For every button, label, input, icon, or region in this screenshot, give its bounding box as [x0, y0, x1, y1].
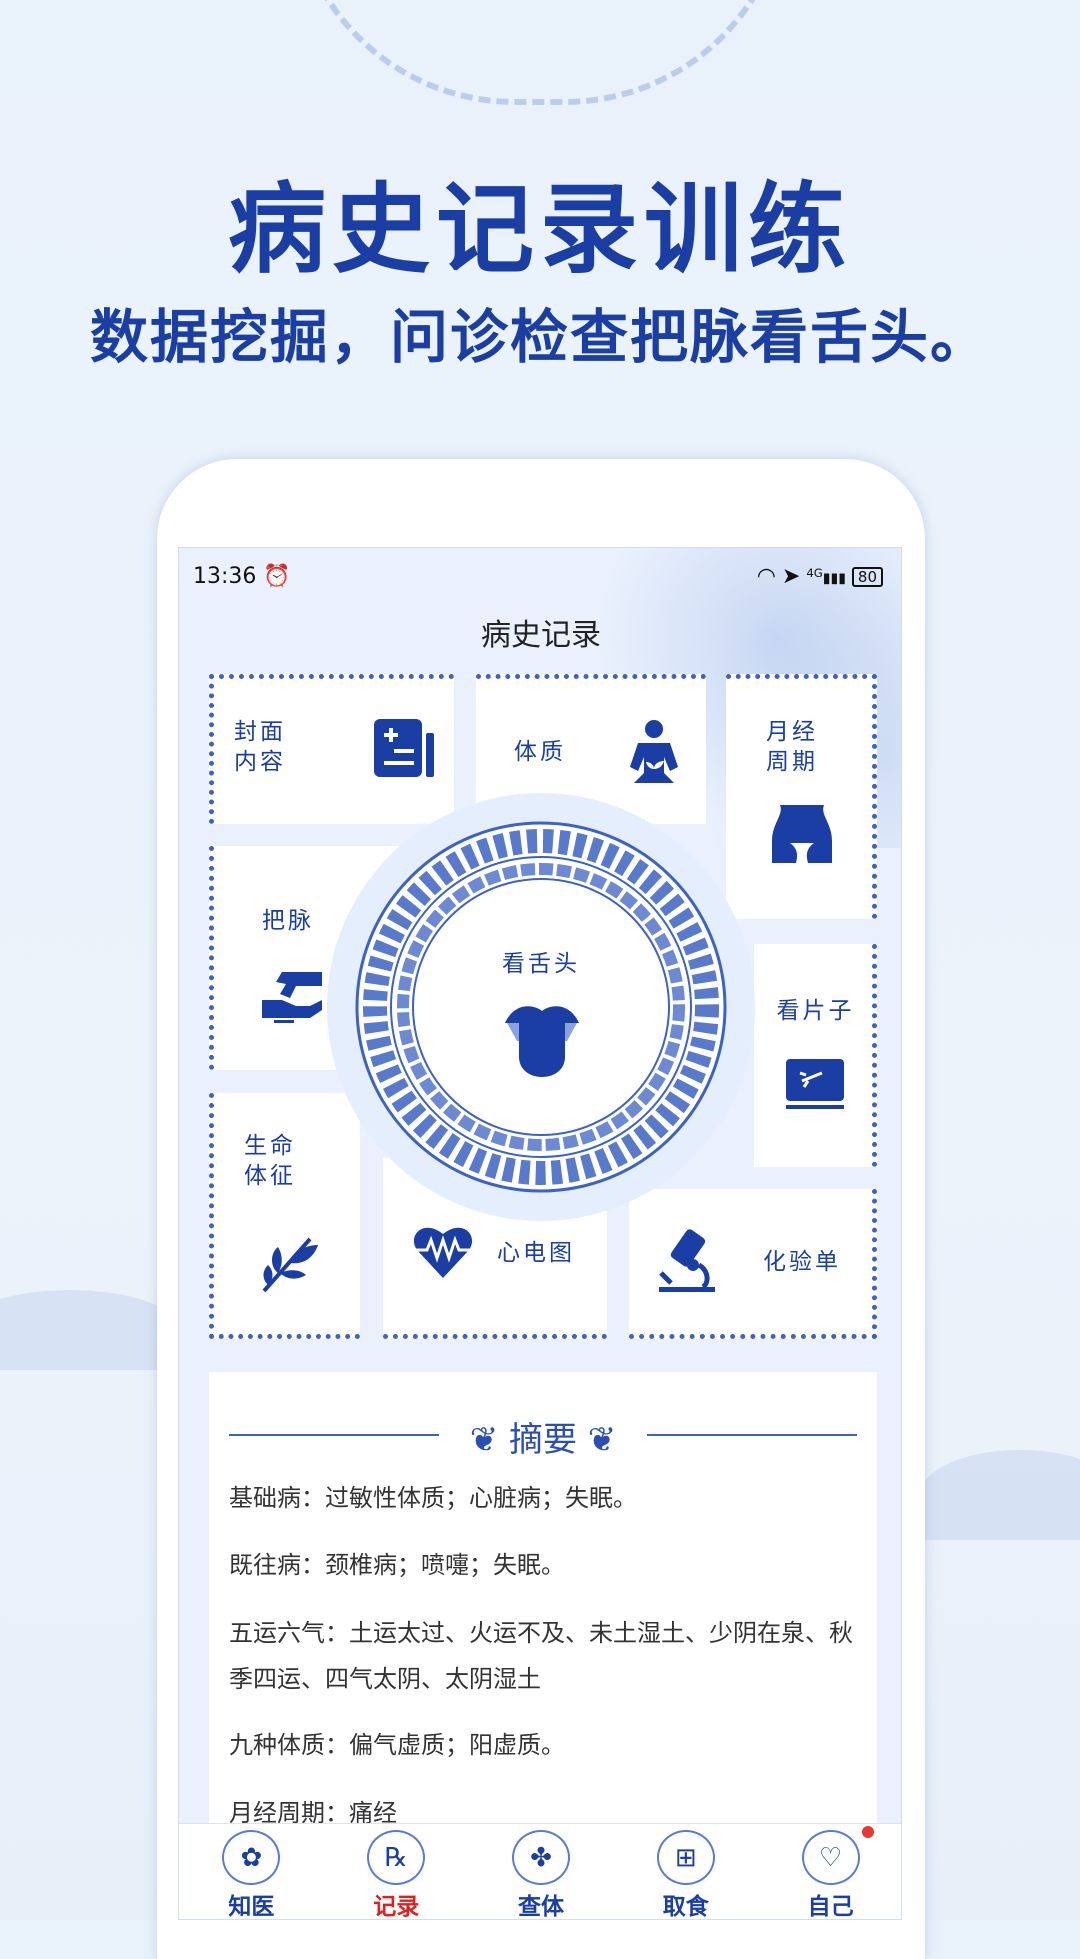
- tab-label: 查体: [517, 1894, 564, 1920]
- status-icons: ◠ ➤ 4G▮▮▮ 80: [757, 564, 883, 589]
- alarm-icon: ⏰: [263, 564, 291, 589]
- tab-qushi[interactable]: ⊞ 取食: [613, 1824, 758, 1920]
- prescription-icon: ℞: [367, 1830, 426, 1885]
- time-text: 13:36: [193, 564, 257, 589]
- summary-title: ❦ 摘要 ❦: [209, 1412, 877, 1461]
- microscope-icon: [659, 1229, 715, 1292]
- tile-vitals[interactable]: 生命 体征: [209, 1093, 360, 1339]
- tab-label: 取食: [662, 1894, 709, 1920]
- heart-plus-icon: ♡: [801, 1830, 860, 1885]
- tile-label: 看舌头: [502, 951, 580, 977]
- heart-ecg-icon: [413, 1227, 473, 1278]
- tile-label: 看片子: [776, 998, 855, 1024]
- xray-screen-icon: [786, 1059, 844, 1109]
- pelvis-icon: [772, 805, 832, 863]
- phone-screen: 13:36 ⏰ ◠ ➤ 4G▮▮▮ 80 病史记录 封面 内容 体质 月经 周期…: [178, 547, 902, 1920]
- tab-chati[interactable]: ✤ 查体: [469, 1824, 614, 1920]
- hero-subtitle: 数据挖掘，问诊检查把脉看舌头。: [89, 303, 990, 371]
- cloud-ornament-icon: ❦: [469, 1420, 509, 1460]
- tab-jilu[interactable]: ℞ 记录: [324, 1824, 469, 1920]
- tile-label: 化验单: [763, 1249, 841, 1275]
- tongue-icon: [505, 1006, 579, 1077]
- leaf-branch-icon: [262, 1237, 318, 1293]
- status-time: 13:36 ⏰: [193, 564, 291, 589]
- tile-lab[interactable]: 化验单: [629, 1189, 877, 1339]
- screen-title: 病史记录: [481, 618, 601, 653]
- tab-label: 自己: [807, 1894, 854, 1920]
- hero-title: 病史记录训练: [227, 173, 852, 287]
- tile-label: 心电图: [497, 1240, 575, 1266]
- mountain-decoration: [920, 1450, 1080, 1540]
- tile-label: 月经 周期: [766, 719, 818, 775]
- mountain-decoration: [0, 1290, 180, 1370]
- summary-line: 既往病：颈椎病；喷嚏；失眠。: [229, 1551, 565, 1579]
- summary-title-text: 摘要: [509, 1420, 577, 1460]
- summary-header: ❦ 摘要 ❦: [209, 1412, 877, 1460]
- summary-line: 五运六气：土运太过、火运不及、未土湿土、少阴在泉、秋季四运、四气太阴、太阴湿土: [229, 1619, 853, 1693]
- tab-zhiyi[interactable]: ✿ 知医: [179, 1824, 324, 1920]
- document-plus-icon: [374, 719, 434, 777]
- tongue-plate-button[interactable]: 看舌头: [355, 821, 727, 1193]
- notification-badge: [862, 1826, 875, 1838]
- tab-ziji[interactable]: ♡ 自己: [758, 1824, 901, 1920]
- meditation-icon: [630, 720, 678, 783]
- location-icon: ➤: [781, 564, 801, 589]
- battery-icon: 80: [851, 566, 883, 587]
- tile-cover[interactable]: 封面 内容: [209, 674, 454, 824]
- signal-icon: 4G▮▮▮: [806, 566, 846, 587]
- summary-line: 基础病：过敏性体质；心脏病；失眠。: [229, 1484, 637, 1512]
- tile-label: 封面 内容: [234, 719, 286, 775]
- food-box-icon: ⊞: [656, 1830, 715, 1885]
- clover-icon: ✤: [511, 1830, 570, 1885]
- summary-line: 九种体质：偏气虚质；阳虚质。: [229, 1731, 565, 1759]
- tile-menstrual[interactable]: 月经 周期: [726, 674, 877, 919]
- cloud-ornament-icon: ❦: [577, 1420, 617, 1460]
- tab-label: 知医: [228, 1894, 275, 1920]
- pulse-hand-icon: [262, 972, 322, 1023]
- network-type: 4G: [806, 566, 823, 581]
- tile-label: 把脉: [262, 908, 314, 934]
- bottom-tab-bar: ✿ 知医 ℞ 记录 ✤ 查体 ⊞ 取食 ♡ 自己: [179, 1823, 901, 1920]
- tab-label: 记录: [373, 1894, 420, 1920]
- tile-film[interactable]: 看片子: [754, 944, 877, 1167]
- tile-label: 体质: [514, 739, 566, 765]
- porcelain-decoration: [290, 0, 790, 105]
- wifi-icon: ◠: [756, 564, 776, 589]
- tile-label: 生命 体征: [244, 1133, 296, 1189]
- lotus-icon: ✿: [222, 1830, 281, 1885]
